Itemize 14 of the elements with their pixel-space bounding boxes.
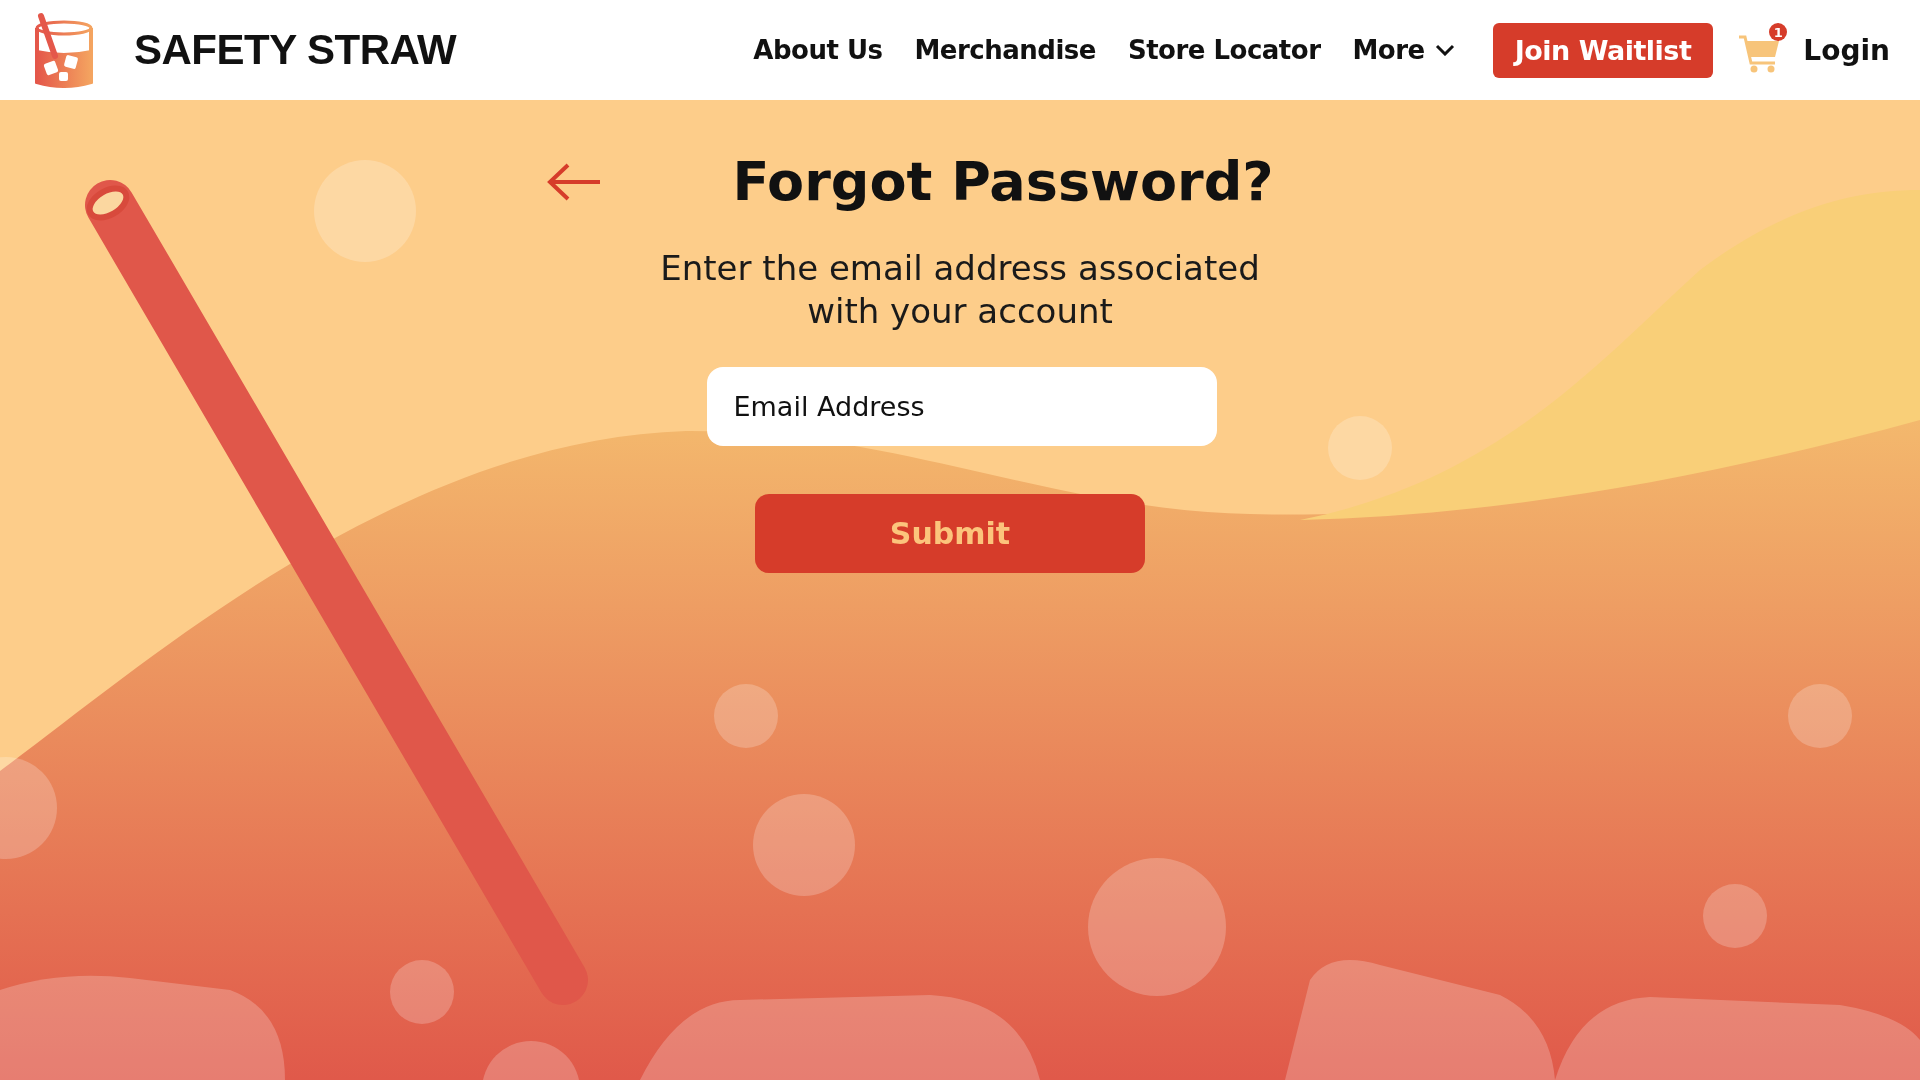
nav-link[interactable]: Store Locator <box>1127 35 1321 65</box>
login-link[interactable]: Login <box>1803 33 1890 67</box>
join-waitlist-button[interactable]: Join Waitlist <box>1492 22 1714 78</box>
back-arrow-icon[interactable] <box>546 161 603 202</box>
email-field[interactable]: Email Address <box>706 367 1217 446</box>
glass-logo-icon[interactable] <box>33 12 95 88</box>
chevron-down-icon[interactable] <box>1434 44 1455 56</box>
nav-link[interactable]: More <box>1352 35 1455 65</box>
cart-count-badge: 1 <box>1769 23 1788 41</box>
nav-link[interactable]: About Us <box>753 35 883 65</box>
nav-link[interactable]: Merchandise <box>914 35 1096 65</box>
page-title: Forgot Password? <box>732 150 1274 213</box>
instruction-text: Enter the email address associated with your account <box>659 247 1261 333</box>
brand-name[interactable]: SAFETY STRAW <box>134 26 457 74</box>
